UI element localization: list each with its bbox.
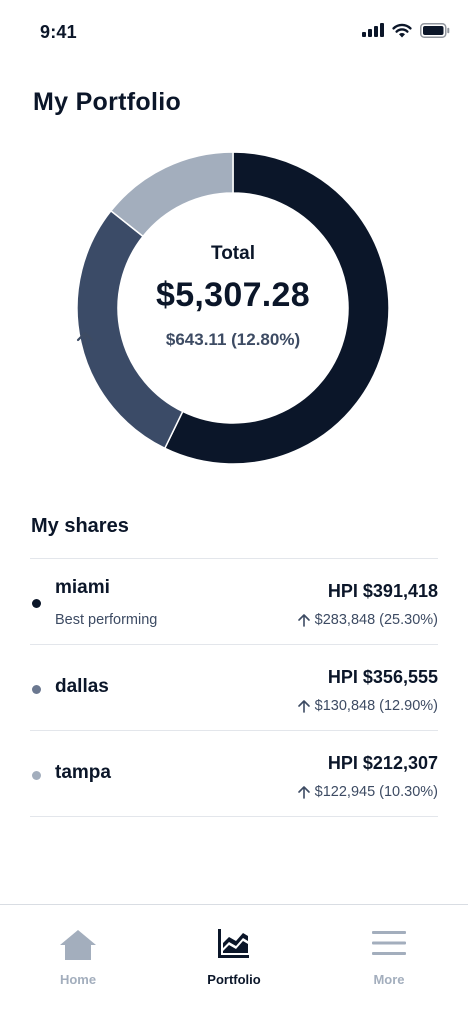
tab-label: More <box>373 972 405 987</box>
tab-portfolio[interactable]: Portfolio <box>174 905 294 1012</box>
total-label: Total <box>211 243 255 264</box>
tab-label: Home <box>59 972 97 987</box>
share-row-dallas[interactable]: dallas HPI $356,555 $130,848 (12.90%) <box>30 645 438 731</box>
tab-label: Portfolio <box>207 972 261 987</box>
status-bar: 9:41 <box>0 0 468 62</box>
share-dot <box>32 685 41 694</box>
arrow-up-icon <box>297 700 310 713</box>
share-name: miami <box>55 577 110 598</box>
arrow-up-icon <box>297 786 310 799</box>
share-hpi: HPI $356,555 <box>327 667 438 687</box>
arrow-up-icon <box>297 614 310 627</box>
cellular-signal-icon <box>362 23 384 37</box>
share-change-value: $130,848 (12.90%) <box>314 698 438 714</box>
arrow-up-icon <box>76 331 94 350</box>
share-subtitle: Best performing <box>55 612 158 628</box>
page-title: My Portfolio <box>33 88 182 116</box>
share-hpi: HPI $391,418 <box>327 581 438 601</box>
tab-bar: Home Portfolio More <box>0 904 468 1012</box>
share-row-miami[interactable]: miami Best performing HPI $391,418 $283,… <box>30 559 438 645</box>
tab-more[interactable]: More <box>329 905 449 1012</box>
share-dot <box>32 771 41 780</box>
portfolio-screen: 9:41 My Portfolio Total $5,307.28 $643.1… <box>0 0 468 1012</box>
share-change-value: $283,848 (25.30%) <box>314 612 438 628</box>
donut-center: Total $5,307.28 $643.11 (12.80%) <box>75 150 391 466</box>
wifi-icon <box>392 23 412 37</box>
status-time: 9:41 <box>40 22 77 42</box>
share-change: $283,848 (25.30%) <box>297 612 438 628</box>
shares-list: miami Best performing HPI $391,418 $283,… <box>30 558 438 817</box>
total-change: $643.11 (12.80%) <box>75 330 391 350</box>
share-name: tampa <box>55 762 111 783</box>
share-change-value: $122,945 (10.30%) <box>314 784 438 800</box>
status-icons <box>362 20 450 40</box>
chart-icon <box>174 929 294 965</box>
my-shares-title: My shares <box>31 515 129 537</box>
tab-home[interactable]: Home <box>18 905 138 1012</box>
share-change: $130,848 (12.90%) <box>297 698 438 714</box>
share-dot <box>32 599 41 608</box>
total-change-value: $643.11 (12.80%) <box>165 330 301 349</box>
total-value: $5,307.28 <box>156 276 310 314</box>
portfolio-donut-chart: Total $5,307.28 $643.11 (12.80%) <box>75 150 391 466</box>
menu-icon <box>329 929 449 965</box>
battery-icon <box>420 22 450 38</box>
share-change: $122,945 (10.30%) <box>297 784 438 800</box>
share-name: dallas <box>55 676 109 697</box>
share-hpi: HPI $212,307 <box>327 753 438 773</box>
home-icon <box>18 929 138 965</box>
share-row-tampa[interactable]: tampa HPI $212,307 $122,945 (10.30%) <box>30 731 438 817</box>
